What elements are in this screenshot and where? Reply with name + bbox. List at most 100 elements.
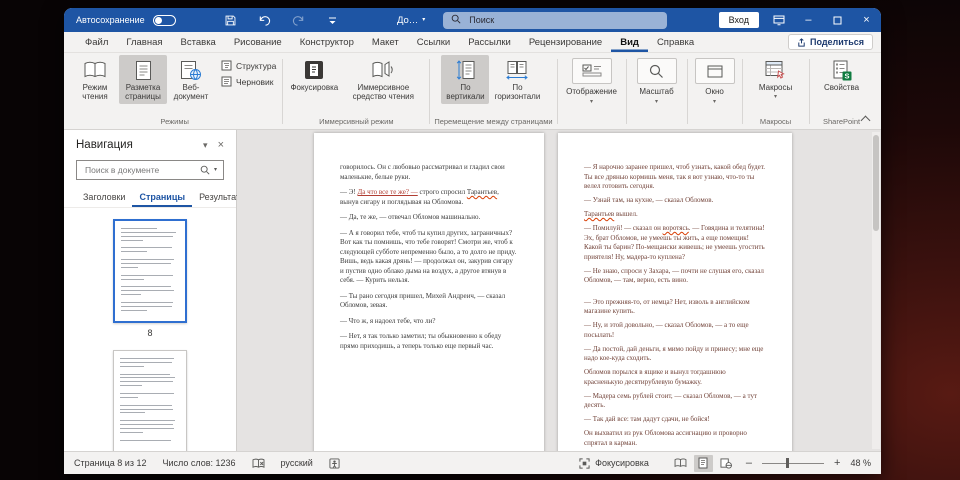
close-icon[interactable]: × — [852, 8, 881, 32]
autosave-toggle[interactable] — [153, 15, 176, 26]
ribbon-tab-row: Файл Главная Вставка Рисование Конструкт… — [64, 32, 881, 53]
document-search-input[interactable] — [83, 164, 196, 176]
window-icon — [695, 58, 735, 84]
web-layout-button[interactable]: Веб-документ — [167, 55, 215, 104]
horizontal-scroll-icon — [505, 58, 529, 82]
page-indicator[interactable]: Страница 8 из 12 — [74, 458, 146, 468]
properties-icon: S — [832, 58, 852, 82]
tab-design[interactable]: Конструктор — [291, 32, 363, 52]
tab-references[interactable]: Ссылки — [408, 32, 459, 52]
tab-home[interactable]: Главная — [117, 32, 171, 52]
draft-view-button[interactable]: Черновик — [221, 76, 276, 87]
chevron-down-icon[interactable]: ▾ — [214, 167, 217, 173]
chevron-down-icon: ▾ — [713, 98, 716, 105]
chevron-down-icon: ▾ — [774, 94, 777, 101]
print-layout-icon — [135, 58, 152, 82]
web-layout-icon — [180, 58, 202, 82]
status-bar: Страница 8 из 12 Число слов: 1236 русски… — [64, 451, 881, 474]
zoom-in-button[interactable]: + — [834, 458, 840, 469]
horizontal-button[interactable]: По горизонтали — [489, 55, 545, 104]
zoom-dropdown-button[interactable]: Масштаб ▾ — [631, 55, 683, 105]
tab-review[interactable]: Рецензирование — [520, 32, 611, 52]
ribbon-group-page-movement: По вертикали По горизонтали Перемещение … — [431, 55, 555, 129]
group-label-immersive: Иммерсивный режим — [287, 116, 425, 129]
ribbon: Режим чтения Разметка страницы Веб-докум… — [64, 53, 881, 130]
status-read-mode-button[interactable] — [671, 455, 690, 472]
window-dropdown-button[interactable]: Окно ▾ — [692, 55, 738, 105]
zoom-out-button[interactable]: – — [746, 458, 752, 469]
draft-icon — [221, 76, 232, 87]
chevron-down-icon: ▾ — [655, 98, 658, 105]
read-mode-icon — [83, 58, 107, 82]
customize-quick-access-icon[interactable] — [320, 8, 346, 32]
language-indicator[interactable]: русский — [281, 458, 313, 468]
tab-file[interactable]: Файл — [76, 32, 117, 52]
document-page-left[interactable]: говорилось. Он с любовью рассматривал и … — [314, 133, 544, 451]
nav-tab-headings[interactable]: Заголовки — [76, 189, 132, 207]
document-search-box[interactable]: ▾ — [76, 160, 224, 180]
immersive-reader-icon — [371, 58, 395, 82]
word-count[interactable]: Число слов: 1236 — [162, 458, 235, 468]
zoom-slider[interactable] — [762, 463, 824, 464]
autosave-label: Автосохранение — [76, 15, 145, 25]
vertical-button[interactable]: По вертикали — [441, 55, 489, 104]
page-thumbnail-8[interactable] — [113, 219, 187, 323]
ribbon-divider — [626, 59, 627, 124]
navigation-pane: Навигация ▾ × ▾ Заголовки Страницы Резул… — [64, 130, 237, 451]
ribbon-divider — [809, 59, 810, 124]
pane-close-icon[interactable]: × — [218, 139, 224, 151]
minimize-icon[interactable]: – — [794, 8, 823, 32]
save-icon[interactable] — [218, 8, 244, 32]
proofing-icon[interactable] — [252, 458, 265, 469]
show-dropdown-button[interactable]: Отображение ▾ — [562, 55, 622, 105]
pane-options-chevron-icon[interactable]: ▾ — [203, 141, 208, 150]
status-web-layout-button[interactable] — [717, 455, 736, 472]
share-button[interactable]: Поделиться — [788, 34, 873, 50]
search-bar[interactable] — [443, 12, 667, 29]
print-layout-button[interactable]: Разметка страницы — [119, 55, 167, 104]
undo-icon[interactable] — [252, 8, 278, 32]
immersive-reader-button[interactable]: Иммерсивное средство чтения — [341, 55, 425, 104]
redo-icon — [286, 8, 312, 32]
tab-draw[interactable]: Рисование — [225, 32, 291, 52]
focus-mode-button[interactable]: Фокусировка — [579, 458, 649, 469]
macros-icon — [765, 58, 786, 82]
share-icon — [797, 38, 806, 47]
tab-layout[interactable]: Макет — [363, 32, 408, 52]
accessibility-icon[interactable] — [329, 458, 340, 469]
focus-icon — [304, 58, 324, 82]
zoom-slider-thumb[interactable] — [786, 458, 789, 468]
sign-in-button[interactable]: Вход — [719, 12, 759, 28]
macros-button[interactable]: Макросы ▾ — [748, 55, 804, 104]
focus-button[interactable]: Фокусировка — [287, 55, 341, 94]
focus-icon — [579, 458, 590, 469]
document-title[interactable]: До… ▾ — [397, 15, 425, 26]
page-thumbnail-next[interactable] — [113, 350, 187, 451]
properties-button[interactable]: S Свойства — [815, 55, 869, 94]
ribbon-group-macros: Макросы ▾ Макросы — [744, 55, 808, 129]
tab-view[interactable]: Вид — [611, 32, 648, 52]
chevron-down-icon: ▾ — [590, 98, 593, 105]
tab-help[interactable]: Справка — [648, 32, 703, 52]
nav-tab-pages[interactable]: Страницы — [132, 189, 192, 207]
outline-view-button[interactable]: Структура — [221, 60, 276, 71]
scrollbar-thumb[interactable] — [873, 135, 879, 231]
maximize-icon[interactable] — [823, 8, 852, 32]
chevron-down-icon: ▾ — [422, 17, 425, 23]
navigation-pane-title: Навигация — [76, 139, 193, 151]
ribbon-divider — [742, 59, 743, 124]
document-canvas[interactable]: говорилось. Он с любовью рассматривал и … — [237, 130, 881, 451]
vertical-scrollbar[interactable] — [872, 132, 880, 449]
zoom-percentage[interactable]: 48 % — [850, 458, 871, 468]
zoom-icon — [637, 58, 677, 84]
document-page-right[interactable]: — Я нарочно заранее пришел, чтоб узнать,… — [558, 133, 792, 451]
group-label-macros: Макросы — [747, 116, 805, 129]
ribbon-group-immersive: Фокусировка Иммерсивное средство чтения … — [284, 55, 428, 129]
search-input[interactable] — [467, 14, 659, 26]
tab-mailings[interactable]: Рассылки — [459, 32, 520, 52]
ribbon-display-options-icon[interactable] — [765, 8, 794, 32]
vertical-scroll-icon — [455, 58, 475, 82]
status-print-layout-button[interactable] — [694, 455, 713, 472]
tab-insert[interactable]: Вставка — [172, 32, 225, 52]
read-mode-button[interactable]: Режим чтения — [71, 55, 119, 104]
